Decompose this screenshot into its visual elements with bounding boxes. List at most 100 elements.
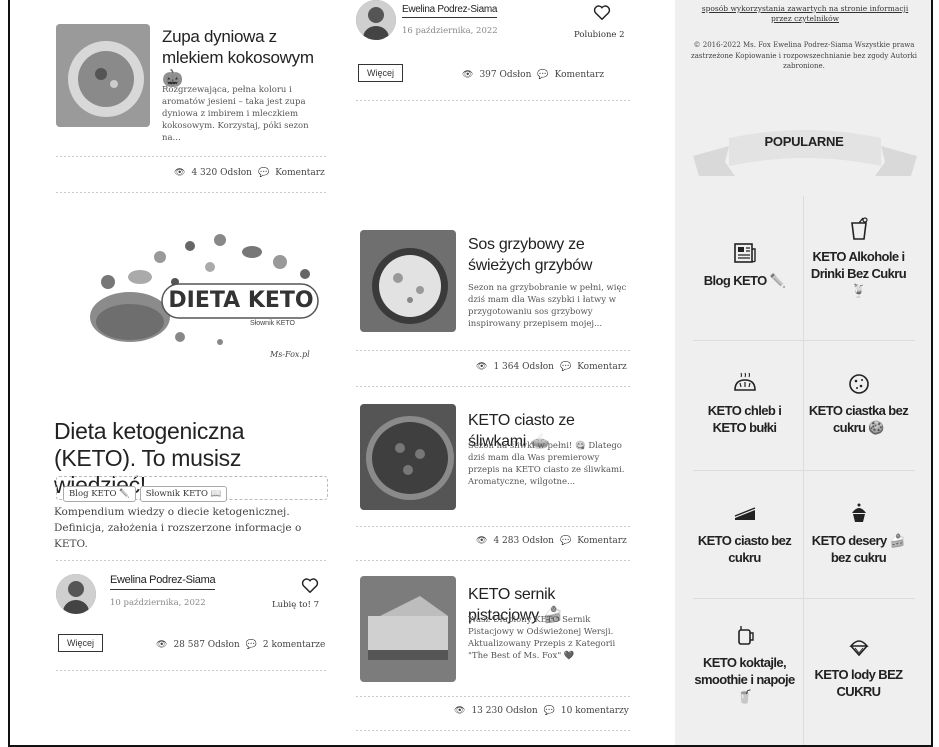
post-stats: 👁 397 Odsłon 💬 Komentarz [462, 70, 604, 80]
pumpkin-soup-image[interactable] [56, 24, 150, 127]
category-label: KETO ciasto bez cukru [697, 533, 792, 565]
tag-blog-keto[interactable]: Blog KETO ✏️ [63, 486, 136, 502]
tag-box: Blog KETO ✏️ Słownik KETO 📖 [56, 476, 328, 502]
author-avatar[interactable] [56, 574, 96, 614]
comments-link[interactable]: Komentarz [275, 168, 325, 178]
category-label: Blog KETO ✏️ [703, 273, 786, 288]
comment-icon: 💬 [559, 536, 572, 546]
comment-icon: 💬 [537, 70, 549, 80]
banner-subtitle: Słownik KETO [250, 320, 295, 327]
eye-icon: 👁 [174, 168, 186, 178]
sidebar: sposób wykorzystania zawartych na stroni… [675, 0, 931, 745]
views-count: 28 587 Odsłon [173, 640, 240, 650]
card-title[interactable]: Zupa dyniowa z mlekiem kokosowym 🎃 [162, 26, 322, 89]
ribbon-decoration [693, 130, 917, 176]
post-date: 10 października, 2022 [110, 598, 206, 608]
category-label: KETO desery 🍰 bez cukru [811, 533, 906, 565]
cupcake-icon [851, 503, 866, 522]
views-count: 4 283 Odsłon [493, 536, 554, 546]
divider [56, 192, 326, 193]
like-count[interactable]: Polubione 2 [574, 30, 625, 40]
divider [356, 696, 632, 697]
more-button[interactable]: Więcej [358, 64, 404, 82]
category-keto-koktajle[interactable]: KETO koktajle, smoothie i napoje 🥤 [691, 622, 798, 705]
author-avatar[interactable] [356, 0, 396, 40]
copyright-text: © 2016-2022 Ms. Fox Ewelina Podrez-Siama… [691, 41, 917, 70]
grid-divider [693, 340, 915, 341]
pistachio-cheesecake-image[interactable] [360, 576, 456, 682]
comment-icon: 💬 [245, 640, 257, 650]
category-label: KETO lody BEZ CUKRU [814, 667, 903, 699]
divider [356, 350, 632, 351]
category-label: KETO Alkohole i Drinki Bez Cukru 🍹 [810, 249, 907, 298]
divider [56, 156, 326, 157]
eye-icon: 👁 [476, 536, 488, 546]
featured-excerpt: Kompendium wiedzy o diecie ketogenicznej… [54, 506, 302, 550]
plum-cake-image[interactable] [360, 404, 456, 510]
mushroom-sauce-image[interactable] [360, 230, 456, 332]
grid-divider [693, 598, 915, 599]
card-excerpt: Wasz Ulubiony KETO Sernik Pistacjowy w O… [468, 615, 616, 661]
category-keto-alkohole[interactable]: KETO Alkohole i Drinki Bez Cukru 🍹 [805, 216, 912, 299]
category-keto-desery[interactable]: KETO desery 🍰 bez cukru [805, 500, 912, 566]
card-stats: 👁 1 364 Odsłon 💬 Komentarz [476, 362, 627, 372]
banner-brand: Ms-Fox.pl [270, 350, 310, 359]
card-excerpt: Sezon na śliwki w pełni! 😋 Dlatego dziś … [468, 441, 625, 487]
comments-link[interactable]: 10 komentarzy [561, 706, 629, 716]
divider [356, 526, 632, 527]
grid-divider [693, 470, 915, 471]
category-label: KETO chleb i KETO bułki [707, 403, 782, 435]
comments-link[interactable]: Komentarz [577, 536, 627, 546]
page-frame: Zupa dyniowa z mlekiem kokosowym 🎃 Rozgr… [8, 0, 933, 747]
card-title[interactable]: Sos grzybowy ze świeżych grzybów [468, 234, 628, 276]
divider [56, 560, 326, 561]
category-keto-ciasto[interactable]: KETO ciasto bez cukru [691, 500, 798, 566]
featured-stats: 👁 28 587 Odsłon 💬 2 komentarze [156, 640, 325, 650]
comment-icon: 💬 [543, 706, 555, 716]
newspaper-icon [733, 243, 756, 263]
like-count[interactable]: Lubię to! 7 [272, 600, 319, 610]
comment-icon: 💬 [257, 168, 270, 178]
heart-icon[interactable] [593, 4, 611, 20]
card-stats: 👁 13 230 Odsłon 💬 10 komentarzy [454, 706, 629, 716]
comments-link[interactable]: Komentarz [577, 362, 627, 372]
cookie-icon [848, 374, 869, 394]
eye-icon: 👁 [462, 70, 474, 80]
author-name[interactable]: Ewelina Podrez-Siama [402, 4, 497, 18]
eye-icon: 👁 [156, 640, 168, 650]
divider [356, 730, 632, 731]
bread-icon [733, 372, 756, 391]
comment-icon: 💬 [559, 362, 572, 372]
category-blog-keto[interactable]: Blog KETO ✏️ [691, 240, 798, 289]
views-count: 1 364 Odsłon [493, 362, 554, 372]
divider [356, 560, 632, 561]
jar-drink-icon [737, 626, 754, 645]
divider [356, 100, 632, 101]
views-count: 397 Odsłon [479, 70, 532, 80]
author-name[interactable]: Ewelina Podrez-Siama [110, 574, 216, 590]
divider [56, 670, 326, 671]
banner-title: DIETA KETO [168, 288, 314, 313]
divider [356, 386, 632, 387]
comments-link[interactable]: Komentarz [555, 70, 605, 80]
category-keto-ciastka[interactable]: KETO ciastka bez cukru 🍪 [805, 370, 912, 436]
comments-link[interactable]: 2 komentarze [263, 640, 325, 650]
card-stats: 👁 4 320 Odsłon 💬 Komentarz [174, 168, 325, 178]
notice-link[interactable]: sposób wykorzystania zawartych na stroni… [699, 4, 911, 24]
heart-icon[interactable] [301, 577, 319, 593]
dieta-keto-banner[interactable]: DIETA KETO Słownik KETO Ms-Fox.pl [70, 222, 330, 372]
card-stats: 👁 4 283 Odsłon 💬 Komentarz [476, 536, 627, 546]
category-keto-chleb[interactable]: KETO chleb i KETO bułki [691, 370, 798, 436]
eye-icon: 👁 [454, 706, 466, 716]
views-count: 4 320 Odsłon [191, 168, 252, 178]
card-excerpt: Rozgrzewająca, pełna koloru i aromatów j… [162, 85, 309, 143]
views-count: 13 230 Odsłon [471, 706, 538, 716]
category-keto-lody[interactable]: KETO lody BEZ CUKRU [805, 634, 912, 700]
eye-icon: 👁 [476, 362, 488, 372]
card-excerpt: Sezon na grzybobranie w pełni, więc dziś… [468, 283, 627, 329]
more-button[interactable]: Więcej [58, 634, 104, 652]
popular-heading: POPULARNE [764, 134, 844, 149]
post-date: 16 października, 2022 [402, 26, 498, 36]
cocktail-glass-icon [850, 217, 868, 240]
tag-slownik-keto[interactable]: Słownik KETO 📖 [139, 486, 228, 502]
